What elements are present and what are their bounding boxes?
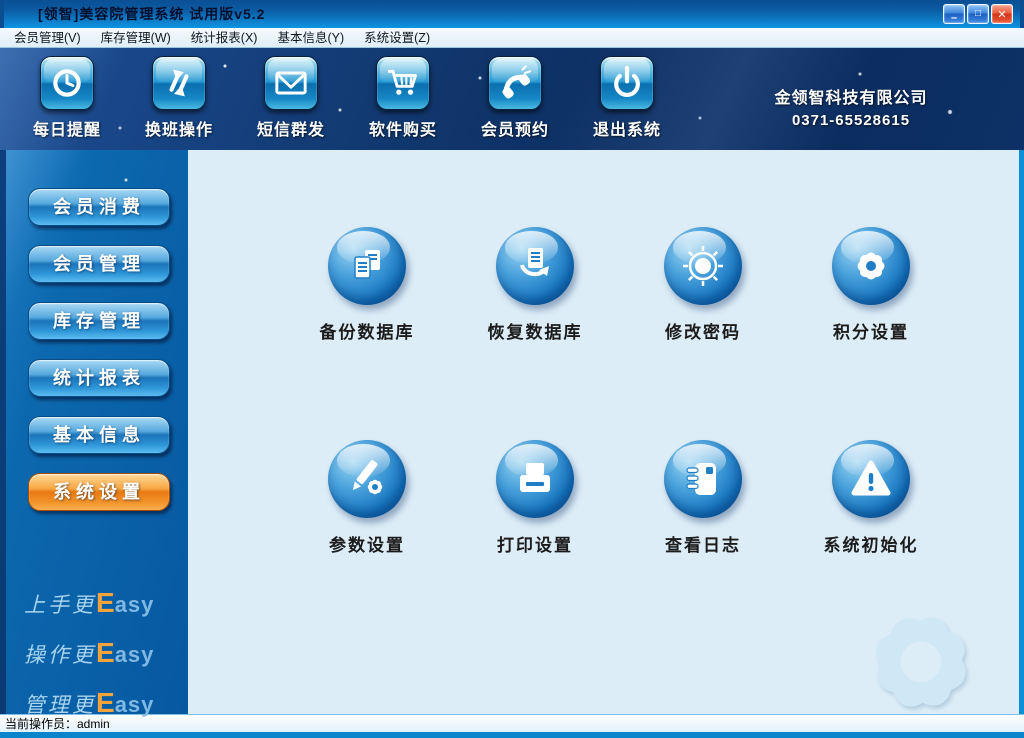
sidebar-item-basic-info[interactable]: 基本信息 <box>28 416 170 454</box>
software-purchase-button[interactable]: 软件购买 <box>347 56 459 140</box>
daily-reminder-button[interactable]: 每日提醒 <box>11 56 123 140</box>
close-button[interactable]: ✕ <box>991 4 1013 24</box>
backup-database-icon <box>354 250 380 279</box>
icon-label: 参数设置 <box>329 536 405 555</box>
app-window: [领智]美容院管理系统 试用版v5.2 – □ ✕ 会员管理(V) 库存管理(W… <box>0 0 1024 738</box>
tool-label: 退出系统 <box>592 122 661 139</box>
icon-label: 恢复数据库 <box>487 323 583 342</box>
change-password-icon <box>683 246 723 286</box>
system-init-button[interactable]: 系统初始化 <box>787 440 955 653</box>
top-toolbar: 每日提醒 换班操作 短信群发 软件购买 会员预约 退出系统 金领智科技有限公司 … <box>0 48 1024 150</box>
slogan-text: asy <box>114 692 155 717</box>
shift-change-button[interactable]: 换班操作 <box>123 56 235 140</box>
slogan-text: 操作更 <box>24 643 96 667</box>
icon-label: 修改密码 <box>665 323 741 342</box>
phone-icon <box>502 65 532 99</box>
view-log-button[interactable]: 查看日志 <box>619 440 787 653</box>
points-settings-button[interactable]: 积分设置 <box>787 227 955 440</box>
slogan-text: asy <box>114 592 155 617</box>
maximize-button[interactable]: □ <box>967 4 989 24</box>
tool-label: 会员预约 <box>480 122 549 139</box>
exit-system-button[interactable]: 退出系统 <box>571 56 683 140</box>
sidebar-item-member-consume[interactable]: 会员消费 <box>28 188 170 226</box>
body-row: 会员消费 会员管理 库存管理 统计报表 基本信息 系统设置 上手更Easy 操作… <box>0 150 1024 718</box>
settings-icon-grid: 备份数据库 恢复数据库 修改密码 积分设置 参数设置 打印设置 查看日志 系统初… <box>283 227 1019 653</box>
shopping-cart-icon <box>388 69 417 95</box>
restore-database-button[interactable]: 恢复数据库 <box>451 227 619 440</box>
main-content: 备份数据库 恢复数据库 修改密码 积分设置 参数设置 打印设置 查看日志 系统初… <box>188 150 1019 714</box>
member-booking-button[interactable]: 会员预约 <box>459 56 571 140</box>
swap-arrows-icon <box>169 69 189 97</box>
points-settings-icon <box>857 252 885 280</box>
minimize-button[interactable]: – <box>943 4 965 24</box>
parameter-settings-button[interactable]: 参数设置 <box>283 440 451 653</box>
window-title: [领智]美容院管理系统 试用版v5.2 <box>38 6 266 22</box>
sidebar-item-member-management[interactable]: 会员管理 <box>28 245 170 283</box>
menu-member-management[interactable]: 会员管理(V) <box>4 28 91 48</box>
slogans: 上手更Easy 操作更Easy 管理更Easy <box>24 580 154 730</box>
slogan-text: E <box>96 587 115 618</box>
icon-label: 打印设置 <box>497 536 573 555</box>
slogan-text: E <box>96 637 115 668</box>
tool-label: 短信群发 <box>256 122 325 139</box>
sidebar-item-inventory-management[interactable]: 库存管理 <box>28 302 170 340</box>
clock-icon <box>53 69 81 97</box>
sidebar-item-system-settings[interactable]: 系统设置 <box>28 473 170 511</box>
parameter-settings-icon <box>352 460 383 495</box>
print-settings-icon <box>520 463 550 492</box>
title-bar: [领智]美容院管理系统 试用版v5.2 – □ ✕ <box>0 0 1024 28</box>
company-info: 金领智科技有限公司 0371-65528615 <box>736 84 966 129</box>
menu-bar: 会员管理(V) 库存管理(W) 统计报表(X) 基本信息(Y) 系统设置(Z) <box>0 28 1024 48</box>
window-controls: – □ ✕ <box>943 4 1013 24</box>
window-frame-bottom <box>0 732 1024 738</box>
menu-inventory-management[interactable]: 库存管理(W) <box>91 28 181 48</box>
power-icon <box>614 65 640 98</box>
company-phone: 0371-65528615 <box>791 112 911 129</box>
window-frame-right <box>1019 150 1024 714</box>
tool-label: 每日提醒 <box>32 122 101 139</box>
restore-database-icon <box>520 248 549 277</box>
minimize-icon: – <box>950 12 958 24</box>
system-init-icon <box>851 460 891 496</box>
slogan-line: 管理更Easy <box>24 680 154 730</box>
slogan-text: 上手更 <box>24 593 96 617</box>
company-name: 金领智科技有限公司 <box>774 90 928 107</box>
menu-system-settings[interactable]: 系统设置(Z) <box>354 28 440 48</box>
tool-label: 软件购买 <box>368 122 437 139</box>
view-log-icon <box>686 463 716 495</box>
sms-broadcast-button[interactable]: 短信群发 <box>235 56 347 140</box>
icon-label: 查看日志 <box>665 536 741 555</box>
slogan-line: 操作更Easy <box>24 630 154 680</box>
slogan-text: 管理更 <box>24 693 96 717</box>
tool-label: 换班操作 <box>144 122 213 139</box>
maximize-icon: □ <box>974 7 982 19</box>
slogan-text: asy <box>114 642 155 667</box>
sidebar-item-statistics-reports[interactable]: 统计报表 <box>28 359 170 397</box>
sidebar: 会员消费 会员管理 库存管理 统计报表 基本信息 系统设置 上手更Easy 操作… <box>6 150 188 718</box>
icon-label: 备份数据库 <box>319 323 415 342</box>
slogan-text: E <box>96 687 115 718</box>
menu-statistics-reports[interactable]: 统计报表(X) <box>181 28 268 48</box>
close-icon: ✕ <box>997 8 1007 21</box>
backup-database-button[interactable]: 备份数据库 <box>283 227 451 440</box>
icon-label: 积分设置 <box>833 323 909 342</box>
sidebar-nav: 会员消费 会员管理 库存管理 统计报表 基本信息 系统设置 <box>6 150 188 511</box>
slogan-line: 上手更Easy <box>24 580 154 630</box>
envelope-icon <box>275 71 307 95</box>
menu-basic-info[interactable]: 基本信息(Y) <box>267 28 354 48</box>
change-password-button[interactable]: 修改密码 <box>619 227 787 440</box>
print-settings-button[interactable]: 打印设置 <box>451 440 619 653</box>
icon-label: 系统初始化 <box>823 536 919 555</box>
